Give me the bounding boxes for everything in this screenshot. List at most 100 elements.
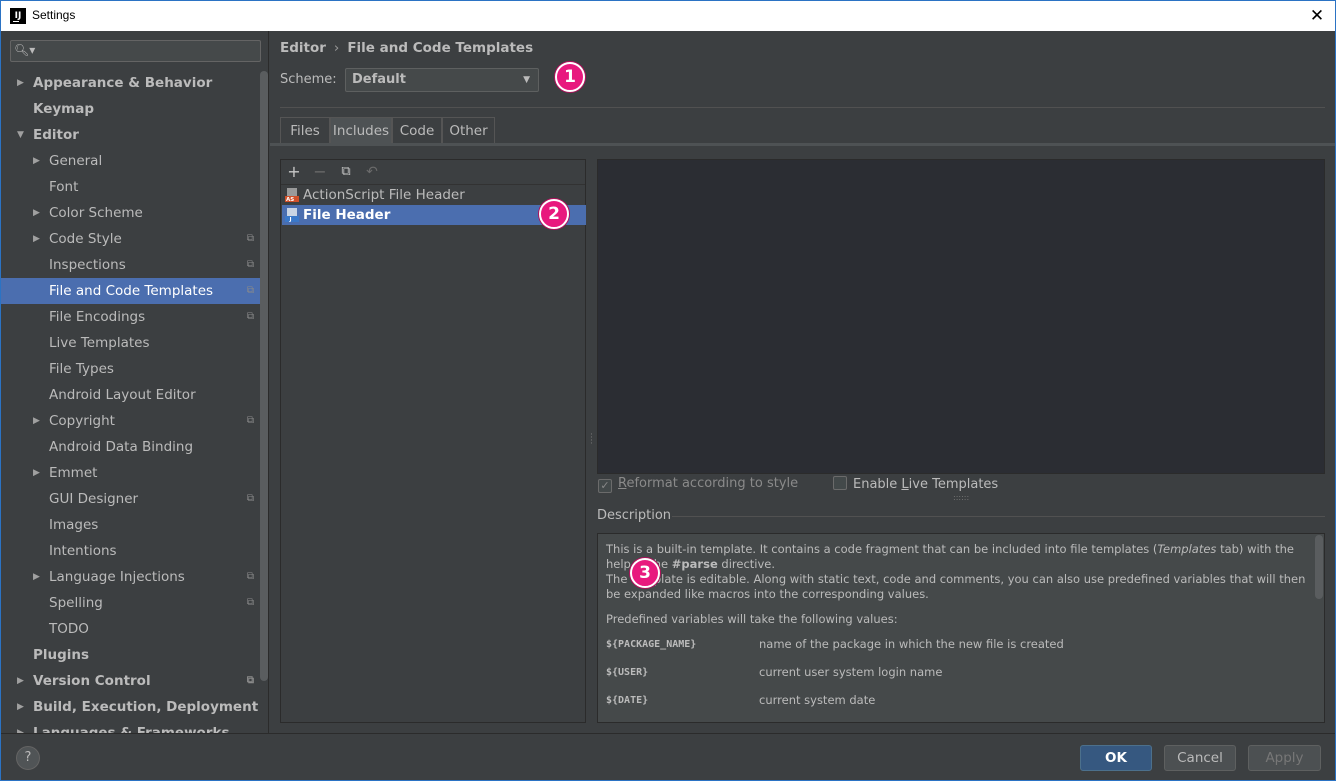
sidebar-item-todo[interactable]: TODO [1,616,268,642]
chevron-right-icon[interactable]: ▶ [17,70,24,96]
sidebar-item-general[interactable]: ▶ General [1,148,268,174]
sidebar-item-gui-designer[interactable]: GUI Designer ⧉ [1,486,268,512]
resize-grip[interactable]: :::::: [953,493,969,502]
apply-button[interactable]: Apply [1248,745,1321,771]
sidebar-item-file-types[interactable]: File Types [1,356,268,382]
remove-icon[interactable]: − [311,163,329,181]
scheme-dropdown[interactable]: Default ▼ [345,68,539,92]
sidebar-item-inspections[interactable]: Inspections ⧉ [1,252,268,278]
project-scope-icon: ⧉ [246,311,254,322]
tab-underline [270,143,1335,146]
sidebar-item-label: Appearance & Behavior [33,75,213,91]
chevron-right-icon[interactable]: ▶ [17,720,24,733]
chevron-right-icon[interactable]: ▶ [33,226,40,252]
sidebar-item-keymap[interactable]: Keymap [1,96,268,122]
chevron-right-icon[interactable]: ▶ [33,564,40,590]
variable-description: name of the package in which the new fil… [759,637,1064,651]
chevron-right-icon[interactable]: ▶ [33,148,40,174]
title-bar: IJ Settings ✕ [0,0,1336,31]
sidebar-item-font[interactable]: Font [1,174,268,200]
sidebar-item-label: Editor [33,127,79,143]
sidebar-item-label: Keymap [33,101,95,117]
tab-files[interactable]: Files [280,117,330,143]
project-scope-icon: ⧉ [246,415,254,426]
variable-row: ${PACKAGE_NAME} name of the package in w… [606,637,1306,665]
svg-text:J: J [289,217,292,222]
sidebar-item-version-control[interactable]: ▶ Version Control ⧉ [1,668,268,694]
live-label-pre: Enable [853,477,902,492]
sidebar-item-label: File Types [49,361,114,377]
tab-other[interactable]: Other [442,117,495,143]
window-title: Settings [32,8,76,22]
sidebar-item-file-encodings[interactable]: File Encodings ⧉ [1,304,268,330]
sidebar-item-images[interactable]: Images [1,512,268,538]
variable-name: ${PACKAGE_NAME} [606,639,697,650]
sidebar-item-language-injections[interactable]: ▶ Language Injections ⧉ [1,564,268,590]
checkbox-box [833,476,847,490]
reformat-checkbox[interactable]: ✓ Reformat according to style [598,476,798,493]
chevron-right-icon[interactable]: ▶ [17,668,24,694]
sidebar-item-spelling[interactable]: Spelling ⧉ [1,590,268,616]
splitter-handle[interactable]: · · · · [590,431,593,449]
sidebar-scrollbar[interactable] [260,71,268,681]
sidebar-item-copyright[interactable]: ▶ Copyright ⧉ [1,408,268,434]
sidebar-item-code-style[interactable]: ▶ Code Style ⧉ [1,226,268,252]
sidebar-item-editor[interactable]: ▼ Editor [1,122,268,148]
tab-code[interactable]: Code [392,117,442,143]
sidebar-item-label: General [49,153,103,169]
tab-includes[interactable]: Includes [330,117,392,143]
cancel-button[interactable]: Cancel [1164,745,1236,771]
description-text: This is a built-in template. It contains… [606,542,1306,721]
breadcrumb: Editor › File and Code Templates [280,40,533,56]
chevron-right-icon[interactable]: ▶ [33,408,40,434]
sidebar-item-build-execution-deployment[interactable]: ▶ Build, Execution, Deployment [1,694,268,720]
sidebar-item-label: Live Templates [49,335,150,351]
reset-icon[interactable]: ↶ [363,163,381,181]
description-emphasis: Templates [1157,542,1217,556]
copy-icon[interactable]: ⧉ [337,163,355,181]
callout-badge-2: 2 [539,199,569,229]
help-button[interactable]: ? [16,746,40,770]
variable-name: ${DATE} [606,695,649,706]
chevron-right-icon[interactable]: ▶ [33,200,40,226]
chevron-down-icon[interactable]: ▼ [17,122,24,148]
sidebar-item-languages-frameworks[interactable]: ▶ Languages & Frameworks [1,720,268,733]
ok-button[interactable]: OK [1080,745,1152,771]
close-icon[interactable]: ✕ [1305,4,1329,28]
template-item-label: File Header [303,207,391,223]
project-scope-icon: ⧉ [246,259,254,270]
sidebar-item-plugins[interactable]: Plugins [1,642,268,668]
live-label: ive Templates [908,477,999,492]
sidebar-item-emmet[interactable]: ▶ Emmet [1,460,268,486]
chevron-right-icon[interactable]: ▶ [33,460,40,486]
sidebar-item-intentions[interactable]: Intentions [1,538,268,564]
sidebar-item-label: Build, Execution, Deployment [33,699,259,715]
template-item-actionscript[interactable]: AS ActionScript File Header [282,185,586,205]
sidebar-item-color-scheme[interactable]: ▶ Color Scheme [1,200,268,226]
search-input[interactable]: 🔍︎▾ [10,40,261,62]
chevron-right-icon[interactable]: ▶ [17,694,24,720]
sidebar-item-label: Code Style [49,231,122,247]
search-icon: 🔍︎▾ [14,43,36,57]
enable-live-templates-checkbox[interactable]: Enable Live Templates [833,476,998,493]
checkmark-icon: ✓ [598,479,612,493]
sidebar-item-live-templates[interactable]: Live Templates [1,330,268,356]
sidebar-item-label: TODO [49,621,89,637]
sidebar-item-appearance-behavior[interactable]: ▶ Appearance & Behavior [1,70,268,96]
sidebar-item-android-data-binding[interactable]: Android Data Binding [1,434,268,460]
svg-text:AS: AS [286,197,294,202]
sidebar-item-file-and-code-templates[interactable]: File and Code Templates ⧉ [1,278,268,304]
sidebar-item-label: Android Layout Editor [49,387,196,403]
variable-row: ${DATE} current system date [606,693,1306,721]
sidebar-item-android-layout-editor[interactable]: Android Layout Editor [1,382,268,408]
description-label: Description [597,508,672,523]
reformat-label: eformat according to style [626,476,799,491]
add-icon[interactable]: + [285,163,303,181]
sidebar-item-label: Images [49,517,99,533]
sidebar-item-label: Language Injections [49,569,185,585]
sidebar-item-label: Android Data Binding [49,439,194,455]
description-paragraph: This is a built-in template. It contains… [606,542,1306,602]
template-editor[interactable] [597,159,1325,474]
description-scrollbar[interactable] [1315,535,1323,599]
sidebar-item-label: Inspections [49,257,126,273]
